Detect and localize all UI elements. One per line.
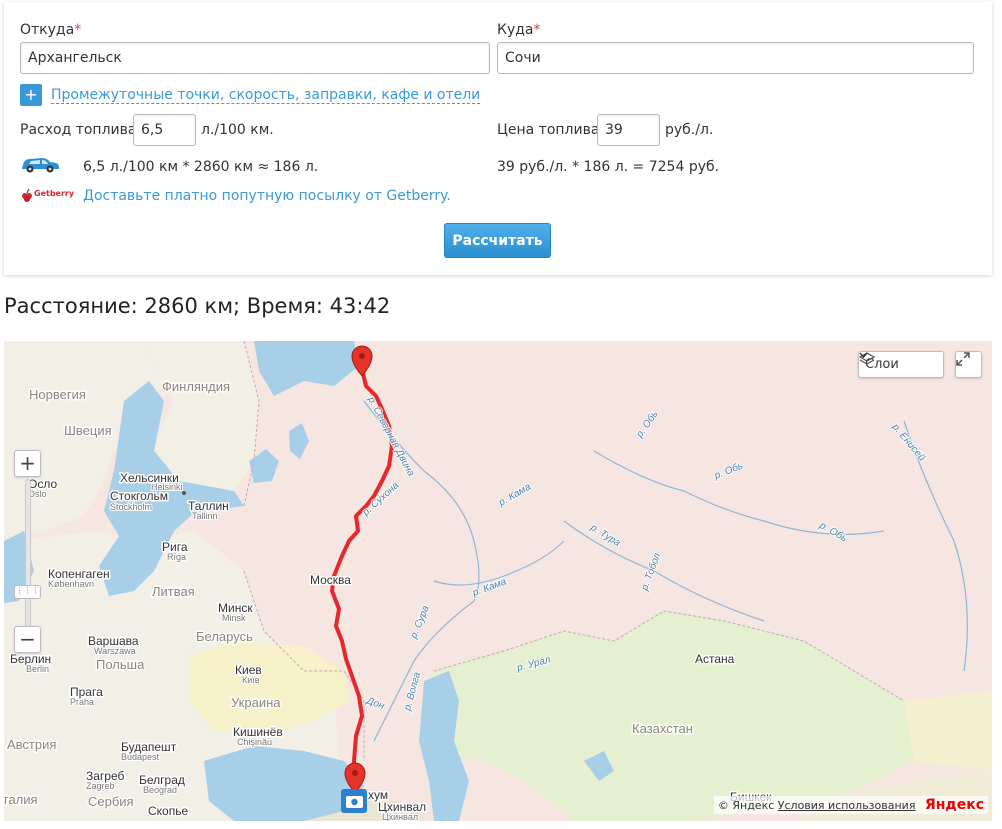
route-summary: Расстояние: 2860 км; Время: 43:42 (4, 294, 391, 318)
layers-button[interactable]: Слои (858, 351, 944, 378)
chevron-down-icon (859, 352, 868, 358)
city-astana: Астана (694, 651, 737, 668)
svg-text:Скопье: Скопье (148, 804, 188, 818)
country-label-sweden: Швеция (64, 423, 112, 438)
country-label-ukraine: Украина (231, 695, 281, 710)
getberry-logo: Getberry (20, 186, 74, 204)
svg-text:Beograd: Beograd (143, 785, 177, 795)
car-icon (22, 158, 59, 173)
expand-icon (956, 352, 970, 366)
country-label-serbia: Сербия (88, 794, 134, 809)
svg-text:Стокгольм: Стокгольм (110, 489, 168, 503)
country-label-belarus: Беларусь (196, 629, 253, 644)
svg-text:Київ: Київ (242, 675, 260, 685)
svg-text:Tallinn: Tallinn (192, 511, 218, 521)
svg-text:Chişinău: Chişinău (237, 737, 272, 747)
berry-icon (22, 188, 32, 202)
city-moscow: Москва (309, 572, 353, 589)
waypoints-link[interactable]: Промежуточные точки, скорость, заправки,… (51, 87, 481, 104)
country-label-lithuania: Литва (152, 584, 189, 599)
country-label-austria: Австрия (7, 737, 56, 752)
country-label-norway: Норвегия (29, 387, 86, 402)
zoom-slider-track[interactable] (25, 479, 31, 639)
yandex-logo[interactable]: Яндекс (925, 797, 984, 813)
getberry-link[interactable]: Доставьте платно попутную посылку от Get… (83, 188, 451, 204)
copyright-text: © Яндекс (717, 799, 775, 812)
map-canvas[interactable]: Финляндия Норвегия Швеция Латвия Литва Б… (4, 341, 992, 821)
country-label-poland: Польша (96, 657, 145, 672)
svg-text:Цхинвал: Цхинвал (382, 812, 418, 821)
svg-text:Praha: Praha (70, 697, 94, 707)
zoom-slider-handle[interactable]: ⋮⋮⋮ (14, 585, 41, 599)
svg-text:Budapest: Budapest (121, 752, 160, 762)
fuel-price-unit: руб./л. (665, 122, 714, 138)
fuel-price-input[interactable] (597, 114, 660, 146)
zoom-in-button[interactable]: + (14, 450, 41, 477)
route-form: Откуда* Куда* + Промежуточные точки, ско… (4, 2, 992, 275)
country-label-finland: Финляндия (162, 379, 230, 394)
calculate-button[interactable]: Рассчитать (444, 223, 551, 258)
photo-marker-icon[interactable] (341, 789, 367, 813)
cost-formula: 39 руб./л. * 186 л. = 7254 руб. (497, 159, 720, 175)
fuel-consumption-unit: л./100 км. (201, 122, 274, 138)
city-skopje: Скопье (147, 803, 190, 820)
fuel-formula: 6,5 л./100 км * 2860 км ≈ 186 л. (83, 159, 319, 175)
map-copyright: © Яндекс Условия использования Яндекс (713, 796, 988, 814)
from-label: Откуда* (20, 22, 82, 38)
country-label-italy: галия (4, 792, 38, 807)
svg-text:Berlin: Berlin (26, 664, 49, 674)
route-map[interactable]: Финляндия Норвегия Швеция Латвия Литва Б… (4, 341, 992, 821)
fuel-consumption-label: Расход топлива (20, 122, 137, 138)
svg-text:Zagreb: Zagreb (86, 781, 115, 791)
fuel-consumption-input[interactable] (133, 114, 196, 146)
svg-text:Москва: Москва (310, 573, 351, 587)
to-input[interactable] (497, 42, 974, 74)
svg-text:Астана: Астана (695, 652, 735, 666)
zoom-out-button[interactable]: − (14, 626, 41, 653)
fuel-price-label: Цена топлива (497, 122, 600, 138)
add-waypoint-button[interactable]: + (20, 84, 42, 106)
svg-text:Stockholm: Stockholm (110, 502, 152, 512)
svg-text:København: København (48, 579, 94, 589)
terms-link[interactable]: Условия использования (778, 799, 916, 812)
from-input[interactable] (20, 42, 490, 74)
svg-text:Minsk: Minsk (222, 613, 246, 623)
country-label-kazakhstan: Казахстан (632, 721, 693, 736)
svg-text:Rīga: Rīga (167, 552, 186, 562)
fullscreen-button[interactable] (955, 351, 982, 378)
city-warsaw: Варшава Warszawa (87, 633, 141, 658)
svg-text:Warszawa: Warszawa (94, 646, 136, 656)
to-label: Куда* (497, 22, 541, 38)
